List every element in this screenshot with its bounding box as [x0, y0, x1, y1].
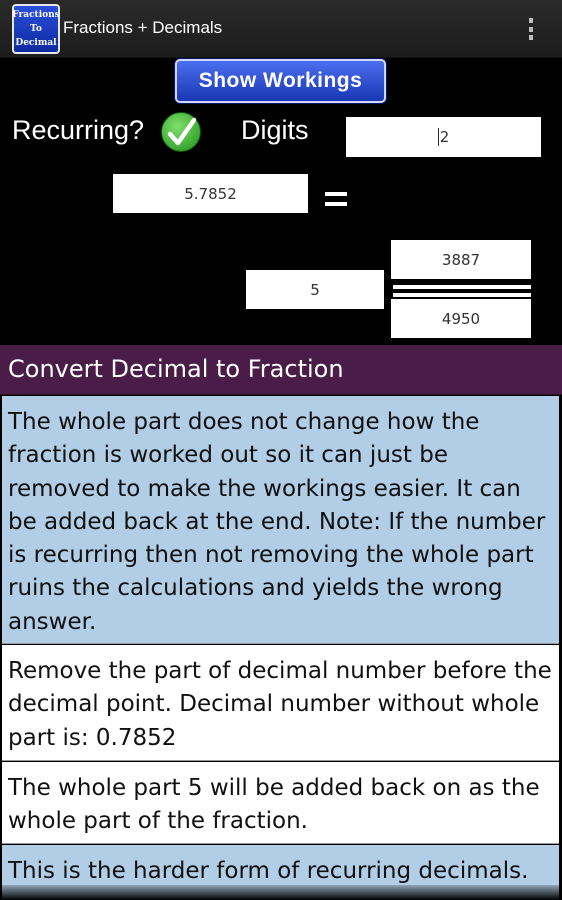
workings-step: Remove the part of decimal number before… — [2, 645, 559, 761]
fraction-bar-bottom — [393, 293, 531, 297]
digits-value: 2 — [439, 128, 450, 146]
overflow-menu-icon[interactable] — [528, 18, 534, 40]
workings-step: The whole part 5 will be added back on a… — [2, 762, 559, 844]
show-workings-button[interactable]: Show Workings — [175, 59, 386, 103]
action-bar: Fractions To Decimal Fractions + Decimal… — [0, 0, 562, 58]
digits-label: Digits — [241, 115, 309, 145]
app-icon[interactable]: Fractions To Decimal — [12, 4, 60, 54]
whole-part-value: 5 — [310, 280, 320, 299]
app-title: Fractions + Decimals — [63, 18, 223, 37]
denominator-value: 4950 — [441, 309, 481, 328]
bottom-edge-shadow — [0, 885, 562, 900]
digits-input[interactable]: 2 — [346, 117, 541, 157]
numerator-field[interactable]: 3887 — [391, 240, 531, 279]
fraction-bar-top — [393, 285, 531, 289]
decimal-input[interactable]: 5.7852 — [113, 174, 308, 213]
recurring-label: Recurring? — [12, 115, 145, 145]
equals-sign-icon — [325, 190, 347, 208]
workings-step: The whole part does not change how the f… — [2, 396, 559, 644]
whole-part-field[interactable]: 5 — [246, 270, 384, 309]
checkmark-icon[interactable] — [161, 112, 201, 152]
decimal-value: 5.7852 — [184, 184, 237, 203]
denominator-field[interactable]: 4950 — [391, 299, 531, 338]
app-icon-line-1: Fractions — [12, 10, 60, 20]
app-icon-line-3: Decimal — [15, 38, 57, 48]
app-icon-line-2: To — [30, 24, 42, 34]
text-cursor — [437, 128, 439, 146]
numerator-value: 3887 — [441, 250, 481, 269]
workings-title: Convert Decimal to Fraction — [0, 345, 562, 395]
